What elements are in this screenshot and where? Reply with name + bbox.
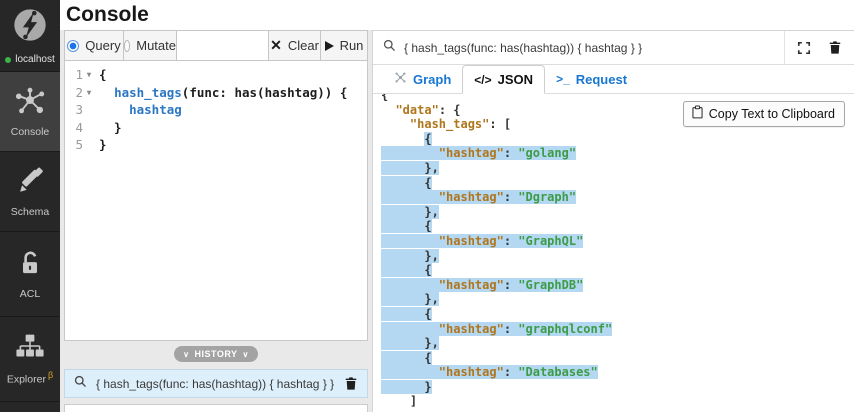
editor-code-line: 1▾{ (65, 66, 367, 84)
radio-unselected-icon (124, 40, 130, 52)
beta-badge: β (48, 370, 53, 380)
graph-icon (394, 71, 407, 87)
tab-json[interactable]: </> JSON (462, 65, 545, 94)
run-button[interactable]: Run (321, 31, 367, 60)
clear-button[interactable]: ✕ Clear (269, 31, 321, 60)
history-item[interactable]: { hash_tags(func: has(hashtag)) { hashta… (64, 369, 368, 398)
json-line: { (381, 219, 854, 234)
console-icon (14, 86, 46, 121)
result-tabs: Graph </> JSON >_ Request (373, 65, 854, 94)
history-toggle[interactable]: ∨ HISTORY ∨ (174, 346, 258, 362)
fold-icon[interactable]: ▾ (83, 84, 95, 102)
tab-label: Request (576, 72, 627, 87)
history-item-partial[interactable] (64, 404, 368, 412)
sidebar-item-explorer[interactable]: Explorerβ (0, 317, 60, 402)
json-line: }, (381, 292, 854, 307)
clipboard-icon (692, 105, 703, 122)
page-title: Console (60, 0, 854, 29)
connection-label: localhost (15, 54, 54, 65)
play-icon (325, 41, 334, 51)
qbar-actions (784, 31, 854, 64)
chevron-down-icon: ∨ (183, 350, 189, 359)
json-line: "hashtag": "graphqlconf" (381, 322, 854, 337)
terminal-prompt-icon: >_ (556, 72, 570, 86)
clear-label: Clear (288, 38, 319, 53)
sidebar-item-schema[interactable]: Schema (0, 152, 60, 232)
json-line: }, (381, 161, 854, 176)
json-line: }, (381, 249, 854, 264)
editor-code-line: 2▾ hash_tags(func: has(hashtag)) { (65, 84, 367, 102)
json-line: "hashtag": "Databases" (381, 365, 854, 380)
acl-lock-icon (16, 248, 44, 283)
json-line: { (381, 176, 854, 191)
json-line: }, (381, 205, 854, 220)
json-line: ] (381, 394, 854, 409)
result-query-bar: { hash_tags(func: has(hashtag)) { hashta… (373, 31, 854, 65)
json-response-area[interactable]: { "data": { "hash_tags": [ { "hashtag": … (373, 94, 854, 412)
clear-x-icon: ✕ (270, 37, 282, 54)
query-mode-label: Query (85, 38, 120, 53)
json-line: { (381, 132, 854, 147)
fullscreen-icon[interactable] (797, 41, 811, 55)
mutate-mode-label: Mutate (136, 38, 176, 53)
json-line: "hashtag": "GraphQL" (381, 234, 854, 249)
sidebar-item-label: Schema (11, 206, 50, 218)
sidebar-item-console[interactable]: Console (0, 72, 60, 152)
editor-code-line: 3 hashtag (65, 101, 367, 119)
json-line: { (381, 351, 854, 366)
history-query-text: { hash_tags(func: has(hashtag)) { hashta… (96, 377, 335, 391)
json-line: { (381, 263, 854, 278)
mutate-mode-tab[interactable]: Mutate (124, 31, 177, 60)
json-lines: { "data": { "hash_tags": [ { "hashtag": … (381, 94, 854, 409)
dgraph-logo-icon (11, 6, 49, 49)
search-icon (383, 39, 396, 57)
code-icon: </> (474, 73, 491, 87)
trash-icon[interactable] (828, 40, 842, 55)
editor-code-line: 4 } (65, 119, 367, 137)
header: Console (60, 0, 854, 30)
sidebar-item-label: ACL (20, 288, 40, 300)
explorer-icon (15, 332, 45, 365)
tab-label: Graph (413, 72, 451, 87)
query-editor[interactable]: 1▾{2▾ hash_tags(func: has(hashtag)) {3 h… (64, 61, 368, 341)
trash-icon[interactable] (344, 376, 358, 391)
result-query-text: { hash_tags(func: has(hashtag)) { hashta… (404, 41, 642, 55)
run-label: Run (340, 38, 364, 53)
tab-label: JSON (498, 72, 533, 87)
editor-toolbar: Query Mutate ✕ Clear Run (64, 30, 368, 61)
json-line: "hashtag": "golang" (381, 146, 854, 161)
search-icon (74, 375, 87, 393)
chevron-down-icon: ∨ (243, 350, 249, 359)
copy-to-clipboard-button[interactable]: Copy Text to Clipboard (683, 101, 845, 127)
result-panel: { hash_tags(func: has(hashtag)) { hashta… (372, 30, 854, 412)
sidebar: localhost Console (0, 0, 60, 412)
json-line: } (381, 380, 854, 395)
json-line: "hashtag": "Dgraph" (381, 190, 854, 205)
history-section: ∨ HISTORY ∨ { hash_tags(func: has(hashta… (64, 346, 368, 412)
editor-lines: 1▾{2▾ hash_tags(func: has(hashtag)) {3 h… (65, 66, 367, 154)
history-label: HISTORY (194, 349, 237, 359)
sidebar-item-label: Console (11, 126, 50, 138)
fold-icon[interactable]: ▾ (83, 66, 95, 84)
fold-gutter (83, 101, 95, 119)
sidebar-item-acl[interactable]: ACL (0, 232, 60, 317)
tab-request[interactable]: >_ Request (545, 65, 638, 93)
copy-button-label: Copy Text to Clipboard (709, 107, 835, 121)
json-line: "hashtag": "GraphDB" (381, 278, 854, 293)
sidebar-item-label: Explorerβ (7, 370, 53, 386)
fold-gutter (83, 119, 95, 137)
fold-gutter (83, 136, 95, 154)
json-line: }, (381, 336, 854, 351)
sidebar-item-connection[interactable]: localhost (0, 0, 60, 72)
toolbar-spacer (177, 31, 269, 60)
tab-graph[interactable]: Graph (383, 65, 462, 93)
editor-code-line: 5} (65, 136, 367, 154)
schema-icon (15, 166, 45, 201)
json-line: { (381, 307, 854, 322)
connection-status-dot (5, 57, 11, 63)
radio-selected-icon (67, 40, 79, 52)
query-mode-tab[interactable]: Query (65, 31, 124, 60)
